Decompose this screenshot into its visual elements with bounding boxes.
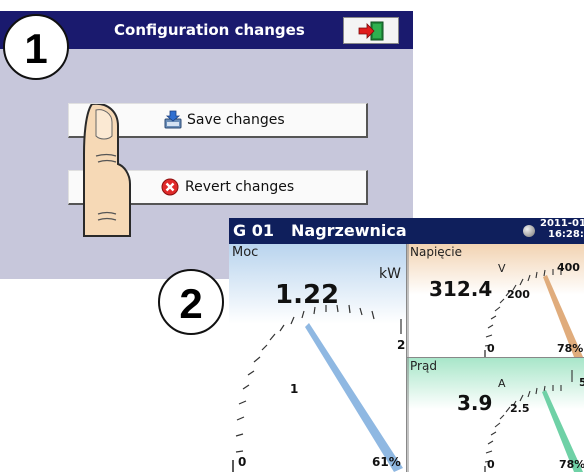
meter-header: G 01 Nagrzewnica 2011-01-14 16:28:04 (229, 218, 584, 244)
group-id: G 01 (233, 221, 274, 240)
voltage-scale-mid: 200 (507, 288, 530, 301)
power-scale-mid: 1 (290, 382, 299, 396)
voltage-unit: V (498, 262, 506, 275)
revert-changes-label: Revert changes (185, 179, 295, 195)
current-percent: 78% (559, 458, 584, 471)
touch-finger-icon (74, 102, 154, 248)
power-title: Moc (232, 245, 259, 260)
step-badge-2: 2 (158, 269, 224, 335)
step-badge-1-number: 1 (24, 25, 48, 72)
dialog-title: Configuration changes (114, 21, 305, 39)
exit-button[interactable] (343, 17, 399, 44)
power-meter[interactable]: Moc kW 1.22 2 1 0 61% (229, 244, 407, 472)
voltage-scale-min: 0 (487, 342, 495, 355)
current-title: Prąd (410, 359, 437, 373)
current-scale-mid: 2.5 (510, 402, 530, 415)
current-scale-min: 0 (487, 458, 495, 471)
voltage-scale-max: 400 (557, 261, 580, 274)
voltage-percent: 78% (557, 342, 584, 355)
power-percent: 61% (372, 455, 401, 469)
header-date: 2011-01-14 (540, 218, 584, 229)
step-badge-1: 1 (3, 14, 69, 80)
meter-screen: G 01 Nagrzewnica 2011-01-14 16:28:04 (229, 218, 584, 472)
power-scale-min: 0 (238, 455, 247, 469)
voltage-title: Napięcie (410, 245, 462, 259)
save-changes-label: Save changes (187, 112, 285, 128)
step-badge-2-number: 2 (179, 280, 203, 327)
current-value: 3.9 (457, 391, 493, 415)
current-scale-max: 5 (579, 376, 584, 389)
power-value: 1.22 (275, 280, 340, 310)
header-time: 16:28:04 (548, 229, 584, 240)
current-meter[interactable]: Prąd A 3.9 5 2.5 0 78% (407, 358, 584, 472)
power-unit: kW (379, 266, 401, 282)
group-name: Nagrzewnica (291, 221, 407, 240)
exit-door-icon (358, 21, 384, 41)
current-unit: A (498, 377, 506, 390)
status-indicator-icon (523, 225, 535, 237)
voltage-meter[interactable]: Napięcie V 312.4 400 200 0 78% (407, 244, 584, 358)
voltage-value: 312.4 (429, 277, 493, 301)
power-scale-max: 2 (397, 338, 406, 352)
save-disk-icon (163, 110, 183, 134)
cancel-x-icon (161, 178, 179, 200)
